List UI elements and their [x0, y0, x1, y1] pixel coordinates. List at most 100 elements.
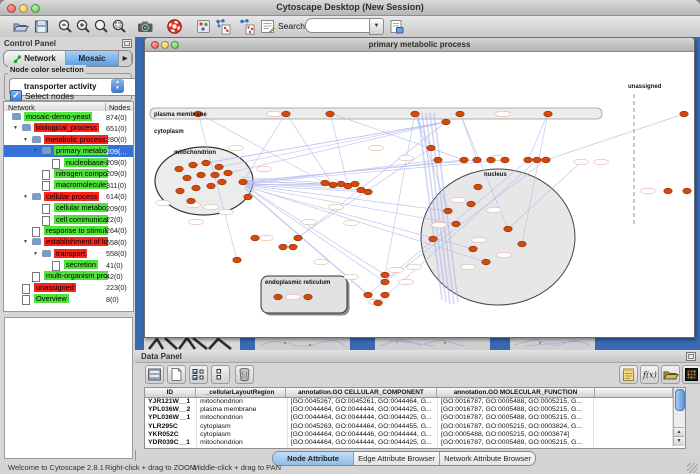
tree-row[interactable]: ▼establishment of lo558(0)	[4, 236, 133, 247]
node-label-oval[interactable]	[369, 145, 384, 151]
network-node[interactable]	[192, 185, 200, 191]
network-window-titlebar[interactable]: primary metabolic process	[145, 38, 694, 52]
node-label-oval[interactable]	[399, 155, 414, 161]
network-canvas[interactable]: plasma membranecytoplasmmitochondrionnuc…	[146, 52, 692, 336]
node-label-oval[interactable]	[314, 259, 329, 265]
tree-node-label[interactable]: secretion	[64, 260, 98, 269]
network-node[interactable]	[187, 198, 195, 204]
tree-row[interactable]: mosaic-demo-yeast874(0)	[4, 111, 133, 122]
delete-attribute-icon[interactable]	[235, 365, 254, 384]
table-cell[interactable]: [GO:0016787, GO:0005488, GO:0005215, G..…	[438, 406, 594, 414]
network-node[interactable]	[289, 244, 297, 250]
vizmapper-form-icon[interactable]	[259, 18, 276, 35]
table-cell[interactable]: [GO:0045263, GO:0044464, GO:0044455, G..…	[288, 423, 438, 431]
network-node[interactable]	[279, 244, 287, 250]
node-label-oval[interactable]	[204, 204, 219, 210]
tree-node-label[interactable]: primary metabo	[54, 146, 108, 155]
tree-node-label[interactable]: cellular metabo	[54, 203, 108, 212]
table-cell[interactable]: [GO:0005488, GO:0005215, GO:0003674]	[438, 431, 594, 439]
table-cell[interactable]: plasma membrane	[197, 406, 288, 414]
network-node[interactable]	[487, 157, 495, 163]
network-node[interactable]	[218, 179, 226, 185]
table-cell[interactable]: YDR039C__1	[145, 439, 197, 447]
zoom-fit-icon[interactable]	[93, 18, 110, 35]
tree-row[interactable]: secretion41(0)	[4, 259, 133, 270]
table-cell[interactable]: [GO:0044464, GO:0044446, GO:0044444, G..…	[288, 431, 438, 439]
scroll-down-icon[interactable]: ▼	[674, 436, 684, 446]
node-label-oval[interactable]	[229, 145, 244, 151]
table-cell[interactable]: [GO:0016787, GO:0005488, GO:0005215, G..…	[438, 414, 594, 422]
network-node[interactable]	[442, 119, 450, 125]
zoom-selected-icon[interactable]	[111, 18, 128, 35]
table-cell[interactable]: mitochondrion	[197, 439, 288, 447]
network-node[interactable]	[469, 246, 477, 252]
help-lifering-icon[interactable]	[166, 18, 183, 35]
attribute-table[interactable]: ID_cellularLayoutRegionannotation.GO CEL…	[144, 387, 686, 449]
node-label-oval[interactable]	[407, 264, 422, 270]
tree-row[interactable]: multi-organism pro42(0)	[4, 270, 133, 281]
tree-node-label[interactable]: nucleobase-c	[64, 158, 108, 167]
table-cell[interactable]	[594, 398, 673, 406]
tree-node-label[interactable]: macromolecule	[54, 180, 108, 189]
table-cell[interactable]: [GO:0045267, GO:0045261, GO:0044464, G..…	[288, 398, 438, 406]
network-node[interactable]	[429, 236, 437, 242]
network-node[interactable]	[183, 175, 191, 181]
node-label-oval[interactable]	[389, 267, 404, 273]
table-row[interactable]: YKR052Ccytoplasm[GO:0044464, GO:0044446,…	[145, 431, 673, 439]
network-node[interactable]	[197, 172, 205, 178]
node-label-oval[interactable]	[594, 159, 609, 165]
network-node[interactable]	[381, 292, 389, 298]
function-builder-icon[interactable]: f(x)	[640, 365, 659, 384]
network-node[interactable]	[282, 111, 290, 117]
snapshot-icon[interactable]	[137, 18, 154, 35]
network-node[interactable]	[434, 157, 442, 163]
network-node[interactable]	[533, 157, 541, 163]
zoom-out-icon[interactable]	[57, 18, 74, 35]
tree-row[interactable]: nucleobase-c209(0)	[4, 157, 133, 168]
node-label-oval[interactable]	[432, 222, 447, 228]
float-panel-icon[interactable]	[122, 39, 132, 48]
panel-layout-icon[interactable]	[195, 18, 212, 35]
table-cell[interactable]: YLR295C	[145, 423, 197, 431]
save-icon[interactable]	[33, 18, 50, 35]
search-dropdown-icon[interactable]: ▼	[369, 18, 384, 35]
network-edge[interactable]	[246, 187, 385, 282]
node-label-oval[interactable]	[257, 166, 272, 172]
node-label-oval[interactable]	[497, 252, 512, 258]
network-node[interactable]	[224, 170, 232, 176]
tree-node-label[interactable]: Overview	[34, 294, 69, 303]
tree-expand-icon[interactable]: ▼	[23, 137, 28, 143]
network-node[interactable]	[452, 221, 460, 227]
network-node[interactable]	[294, 235, 302, 241]
table-cell[interactable]: YJR121W__1	[145, 398, 197, 406]
table-cell[interactable]	[594, 406, 673, 414]
float-data-panel-icon[interactable]	[686, 352, 696, 361]
table-cell[interactable]: [GO:0016787, GO:0005488, GO:0005215, G..…	[438, 398, 594, 406]
node-label-oval[interactable]	[267, 111, 282, 117]
network-node[interactable]	[664, 188, 672, 194]
birdseye-view-panel[interactable]	[4, 317, 133, 459]
table-cell[interactable]: [GO:0044464, GO:0044444, GO:0044425, G..…	[288, 439, 438, 447]
network-edge[interactable]	[546, 114, 684, 160]
apply-layout-icon[interactable]	[214, 18, 231, 35]
network-node[interactable]	[381, 272, 389, 278]
tree-row[interactable]: ▼biological_process651(0)	[4, 122, 133, 133]
network-node[interactable]	[473, 157, 481, 163]
tree-row[interactable]: cell communicat22(0)	[4, 214, 133, 225]
network-node[interactable]	[351, 181, 359, 187]
network-edge[interactable]	[528, 113, 548, 160]
network-node[interactable]	[321, 180, 329, 186]
tree-node-label[interactable]: metabolic process	[44, 135, 108, 144]
tab-scroll-right-icon[interactable]: ▶	[119, 51, 132, 66]
tree-node-label[interactable]: response to stimulu	[44, 226, 108, 235]
table-cell[interactable]	[594, 439, 673, 447]
compartment-plasma-membrane[interactable]	[150, 108, 602, 119]
tree-row[interactable]: cellular metabo209(0)	[4, 202, 133, 213]
table-cell[interactable]: mitochondrion	[197, 414, 288, 422]
network-edge[interactable]	[283, 148, 431, 247]
tree-node-label[interactable]: biological_process	[34, 123, 99, 132]
table-row[interactable]: YLR295Ccytoplasm[GO:0045263, GO:0044464,…	[145, 423, 673, 431]
table-cell[interactable]: cytoplasm	[197, 431, 288, 439]
tree-row[interactable]: nitrogen compo209(0)	[4, 168, 133, 179]
tree-expand-icon[interactable]: ▼	[33, 251, 38, 257]
